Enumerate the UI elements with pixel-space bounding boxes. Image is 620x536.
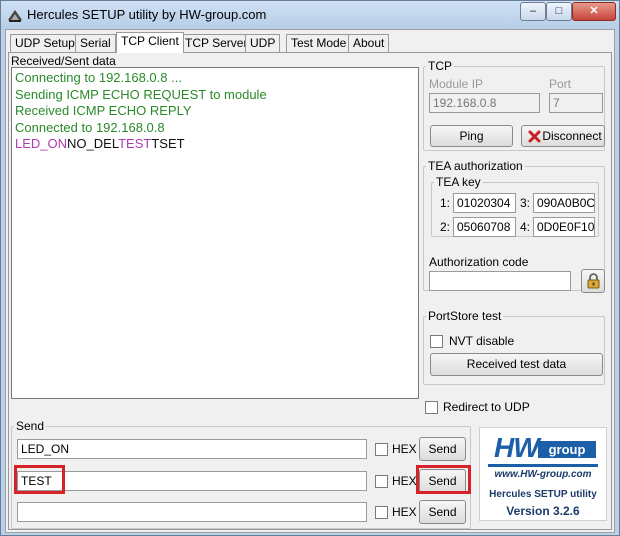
send-field-2[interactable]: TEST (17, 471, 367, 491)
window-title: Hercules SETUP utility by HW-group.com (27, 7, 267, 22)
maximize-button[interactable]: □ (546, 2, 572, 21)
console-segment: NO_DEL (67, 136, 119, 151)
logo-url: www.HW-group.com (494, 469, 592, 480)
tea-key-label: TEA key (436, 175, 481, 189)
module-ip-label: Module IP (429, 77, 484, 91)
send-field-3[interactable] (17, 502, 367, 522)
hex-label-3: HEX (392, 505, 417, 519)
tea-key-index-2: 2: (440, 220, 451, 234)
client-area: UDP Setup Serial TCP Client TCP Server U… (5, 29, 615, 533)
console-segment: TEST (118, 136, 152, 151)
logo-version: Version 3.2.6 (506, 504, 580, 518)
console-segment: TSET (151, 136, 185, 151)
send-group-label: Send (16, 419, 45, 433)
tea-key-index-1: 1: (440, 196, 451, 210)
app-window: Hercules SETUP utility by HW-group.com –… (0, 0, 620, 536)
send-button-1[interactable]: Send (419, 437, 466, 461)
disconnect-label: Disconnect (542, 129, 602, 143)
auth-code-field[interactable] (429, 271, 571, 291)
nvt-disable-checkbox[interactable] (430, 335, 443, 348)
nvt-disable-label: NVT disable (449, 334, 515, 348)
tcp-client-panel: Received/Sent data Connecting to 192.168… (8, 52, 612, 530)
hex-checkbox-1[interactable] (375, 443, 388, 456)
title-bar[interactable]: Hercules SETUP utility by HW-group.com –… (1, 1, 619, 29)
disconnect-x-icon (528, 130, 541, 143)
port-field: 7 (549, 93, 603, 113)
highlight-send-button-2 (416, 465, 471, 494)
module-ip-field: 192.168.0.8 (429, 93, 540, 113)
tea-key-2-field[interactable]: 05060708 (453, 217, 516, 237)
received-test-data-button[interactable]: Received test data (430, 353, 603, 376)
console-segment: Received ICMP ECHO REPLY (15, 103, 192, 118)
disconnect-button[interactable]: Disconnect (521, 125, 605, 147)
console-line: Connected to 192.168.0.8 (15, 120, 415, 137)
logo-app-name: Hercules SETUP utility (489, 489, 597, 500)
hw-group-logo: HW group www.HW-group.com Hercules SETUP… (479, 427, 607, 521)
send-field-1[interactable]: LED_ON (17, 439, 367, 459)
highlight-send-field-2 (14, 465, 65, 494)
hex-checkbox-3[interactable] (375, 506, 388, 519)
tea-key-3-field[interactable]: 090A0B0C (533, 193, 595, 213)
logo-group: group (538, 441, 596, 458)
console-line: Sending ICMP ECHO REQUEST to module (15, 87, 415, 104)
tab-serial[interactable]: Serial (75, 34, 116, 52)
hex-label-2: HEX (392, 474, 417, 488)
tea-key-index-4: 4: (520, 220, 531, 234)
portstore-group-label: PortStore test (428, 309, 502, 323)
hex-label-1: HEX (392, 442, 417, 456)
tab-test-mode[interactable]: Test Mode (286, 34, 352, 52)
tab-tcp-server[interactable]: TCP Server (180, 34, 253, 52)
console-segment: Sending ICMP ECHO REQUEST to module (15, 86, 267, 102)
tea-key-4-field[interactable]: 0D0E0F10 (533, 217, 595, 237)
logo-bar (488, 464, 598, 467)
tea-key-1-field[interactable]: 01020304 (453, 193, 516, 213)
app-icon (8, 10, 22, 22)
tab-udp-setup[interactable]: UDP Setup (10, 34, 80, 52)
close-button[interactable]: ✕ (572, 2, 616, 21)
auth-code-label: Authorization code (429, 255, 529, 269)
port-label: Port (549, 77, 572, 91)
tab-udp[interactable]: UDP (245, 34, 281, 52)
console-line: Received ICMP ECHO REPLY (15, 103, 415, 120)
redirect-udp-checkbox[interactable] (425, 401, 438, 414)
send-button-3[interactable]: Send (419, 500, 466, 524)
console-segment: Connected to 192.168.0.8 (15, 119, 165, 135)
received-data-label: Received/Sent data (11, 54, 116, 68)
minimize-button[interactable]: – (520, 2, 546, 21)
hex-checkbox-2[interactable] (375, 475, 388, 488)
tab-tcp-client[interactable]: TCP Client (116, 32, 184, 53)
received-data-console[interactable]: Connecting to 192.168.0.8 ... Sending ICM… (11, 67, 419, 399)
lock-icon (587, 273, 600, 289)
tcp-group-label: TCP (428, 59, 452, 73)
console-line: LED_ONNO_DELTESTTSET (15, 136, 415, 153)
console-segment: Connecting to 192.168.0.8 ... (15, 70, 182, 85)
ping-button[interactable]: Ping (430, 125, 513, 147)
console-line: Connecting to 192.168.0.8 ... (15, 70, 415, 87)
tea-group-label: TEA authorization (428, 159, 523, 173)
tea-key-index-3: 3: (520, 196, 531, 210)
logo-brand: HW (494, 432, 540, 463)
redirect-udp-label: Redirect to UDP (443, 400, 530, 414)
tab-about[interactable]: About (348, 34, 390, 52)
lock-button[interactable] (581, 269, 605, 293)
console-segment: LED_ON (15, 136, 68, 151)
